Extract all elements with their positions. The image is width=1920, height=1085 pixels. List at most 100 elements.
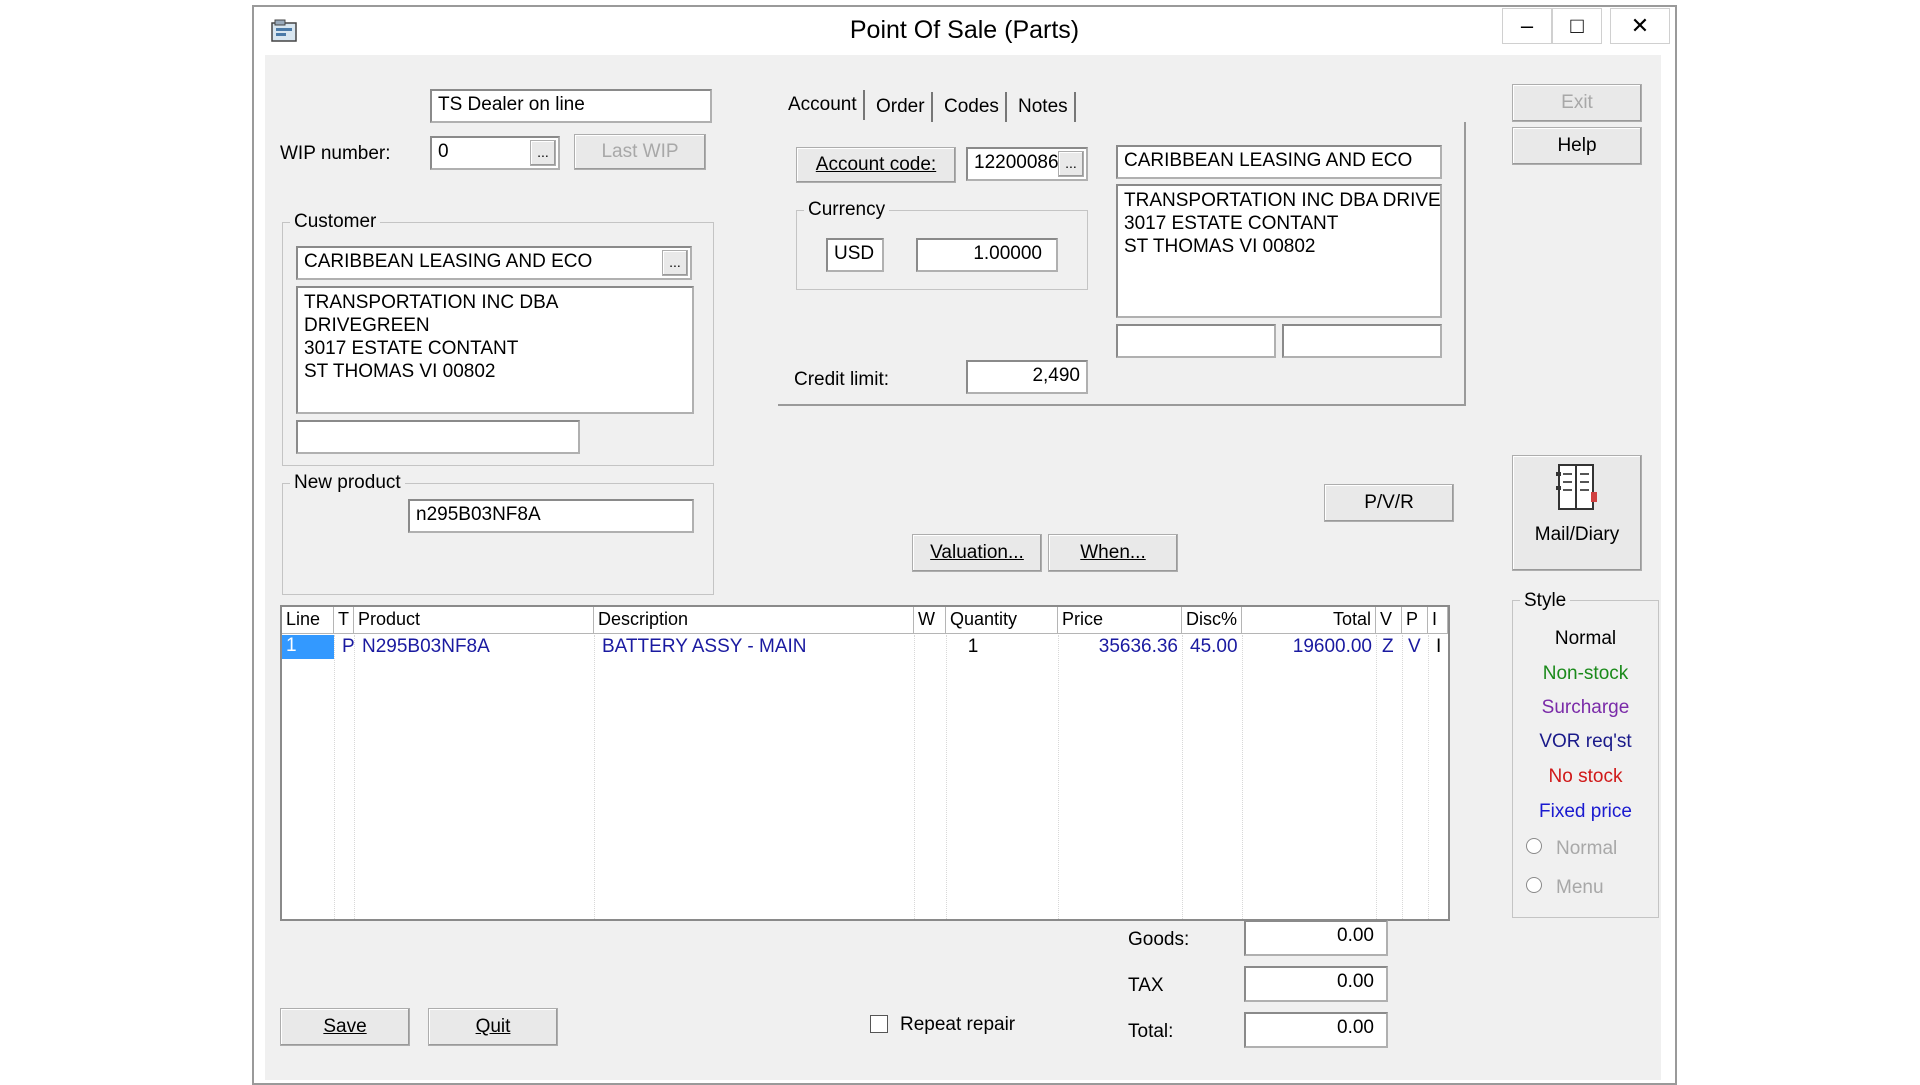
- currency-code-field[interactable]: USD: [826, 238, 884, 272]
- diary-icon: [1555, 462, 1599, 512]
- tax-label: TAX: [1128, 975, 1164, 996]
- pvr-button[interactable]: P/V/R: [1324, 484, 1454, 522]
- account-address-field[interactable]: TRANSPORTATION INC DBA DRIVE 3017 ESTATE…: [1116, 184, 1442, 318]
- row-v-cell[interactable]: Z: [1378, 636, 1398, 658]
- total-field[interactable]: 0.00: [1244, 1012, 1388, 1048]
- quit-button-label: Quit: [475, 1016, 511, 1037]
- grid-line: [1242, 635, 1243, 919]
- account-address-line-1: TRANSPORTATION INC DBA DRIVE: [1124, 190, 1441, 211]
- row-product-cell[interactable]: N295B03NF8A: [358, 636, 494, 658]
- col-header-total[interactable]: Total: [1242, 607, 1376, 634]
- row-description-cell[interactable]: BATTERY ASSY - MAIN: [598, 636, 811, 658]
- repeat-repair-label: Repeat repair: [900, 1014, 1016, 1035]
- grid-line: [1058, 635, 1059, 919]
- account-lookup-button[interactable]: ...: [1058, 151, 1084, 177]
- account-extra-field-2[interactable]: [1282, 324, 1442, 358]
- help-button[interactable]: Help: [1512, 127, 1642, 165]
- row-total-cell[interactable]: 19600.00: [1242, 636, 1376, 658]
- wip-lookup-button[interactable]: ...: [530, 140, 556, 166]
- col-header-t[interactable]: T: [334, 607, 354, 634]
- repeat-repair-checkbox[interactable]: [870, 1015, 888, 1033]
- style-item-vor-request: VOR req'st: [1539, 731, 1632, 752]
- tax-field[interactable]: 0.00: [1244, 966, 1388, 1002]
- style-item-surcharge: Surcharge: [1541, 697, 1630, 718]
- customer-name-field[interactable]: CARIBBEAN LEASING AND ECO: [296, 246, 692, 280]
- style-item-fixed-price: Fixed price: [1539, 801, 1632, 822]
- mail-diary-button[interactable]: Mail/Diary: [1512, 455, 1642, 571]
- account-address-line-2: 3017 ESTATE CONTANT: [1124, 213, 1339, 234]
- col-header-w[interactable]: W: [914, 607, 946, 634]
- parts-grid[interactable]: Line T Product Description W Quantity Pr…: [280, 605, 1450, 921]
- col-header-line[interactable]: Line: [282, 607, 334, 634]
- col-header-i[interactable]: I: [1428, 607, 1448, 634]
- goods-field[interactable]: 0.00: [1244, 920, 1388, 956]
- col-header-product[interactable]: Product: [354, 607, 594, 634]
- when-button[interactable]: When...: [1048, 534, 1178, 572]
- maximize-button[interactable]: □: [1552, 8, 1602, 44]
- save-button[interactable]: Save: [280, 1008, 410, 1046]
- tab-account[interactable]: Account: [782, 90, 865, 120]
- account-address-line-3: ST THOMAS VI 00802: [1124, 236, 1316, 257]
- col-header-quantity[interactable]: Quantity: [946, 607, 1058, 634]
- goods-label: Goods:: [1128, 929, 1190, 950]
- row-disc-cell[interactable]: 45.00: [1186, 636, 1242, 658]
- col-header-v[interactable]: V: [1376, 607, 1402, 634]
- table-row[interactable]: 1 P N295B03NF8A BATTERY ASSY - MAIN 1 35…: [282, 635, 1448, 661]
- valuation-button[interactable]: Valuation...: [912, 534, 1042, 572]
- col-header-price[interactable]: Price: [1058, 607, 1182, 634]
- wip-label: WIP number:: [280, 143, 391, 164]
- grid-line: [1376, 635, 1377, 919]
- customer-address-line-1: TRANSPORTATION INC DBA DRIVEGREEN: [304, 292, 558, 336]
- row-line-cell[interactable]: 1: [282, 635, 334, 659]
- customer-address-line-2: 3017 ESTATE CONTANT: [304, 338, 519, 359]
- row-price-cell[interactable]: 35636.36: [1058, 636, 1182, 658]
- style-menu-radio-label: Menu: [1556, 877, 1604, 898]
- account-code-button-label: Account code:: [815, 154, 937, 175]
- grid-line: [1182, 635, 1183, 919]
- customer-address-field[interactable]: TRANSPORTATION INC DBA DRIVEGREEN 3017 E…: [296, 286, 694, 414]
- account-code-button[interactable]: Account code:: [796, 147, 956, 183]
- grid-line: [354, 635, 355, 919]
- customer-address-line-3: ST THOMAS VI 00802: [304, 361, 496, 382]
- grid-line: [946, 635, 947, 919]
- tab-order[interactable]: Order: [870, 92, 933, 122]
- customer-lookup-button[interactable]: ...: [662, 250, 688, 276]
- close-button[interactable]: ✕: [1610, 8, 1670, 44]
- col-header-disc[interactable]: Disc%: [1182, 607, 1242, 634]
- currency-rate-field[interactable]: 1.00000: [916, 238, 1058, 272]
- style-normal-radio[interactable]: [1526, 838, 1542, 854]
- minimize-button[interactable]: –: [1502, 8, 1552, 44]
- dealer-field[interactable]: TS Dealer on line: [430, 89, 712, 123]
- grid-line: [914, 635, 915, 919]
- tab-codes[interactable]: Codes: [938, 92, 1007, 122]
- row-type-cell[interactable]: P: [338, 636, 359, 658]
- row-quantity-cell[interactable]: 1: [946, 636, 1000, 658]
- quit-button[interactable]: Quit: [428, 1008, 558, 1046]
- grid-line: [1402, 635, 1403, 919]
- tab-notes[interactable]: Notes: [1012, 92, 1076, 122]
- col-header-p[interactable]: P: [1402, 607, 1428, 634]
- window-title: Point Of Sale (Parts): [849, 16, 1080, 44]
- row-i-cell[interactable]: I: [1432, 636, 1445, 658]
- currency-group-label: Currency: [804, 199, 890, 221]
- total-label: Total:: [1128, 1021, 1174, 1042]
- style-item-normal: Normal: [1554, 628, 1617, 649]
- grid-line: [334, 635, 335, 919]
- save-button-label: Save: [323, 1016, 367, 1037]
- exit-button[interactable]: Exit: [1512, 84, 1642, 122]
- style-item-non-stock: Non-stock: [1542, 663, 1629, 684]
- credit-limit-label: Credit limit:: [794, 369, 890, 390]
- account-extra-field-1[interactable]: [1116, 324, 1276, 358]
- grid-line: [594, 635, 595, 919]
- customer-extra-field[interactable]: [296, 420, 580, 454]
- row-p-cell[interactable]: V: [1404, 636, 1425, 658]
- grid-line: [1428, 635, 1429, 919]
- account-name-field[interactable]: CARIBBEAN LEASING AND ECO: [1116, 145, 1442, 179]
- last-wip-button[interactable]: Last WIP: [574, 134, 706, 170]
- col-header-description[interactable]: Description: [594, 607, 914, 634]
- style-normal-radio-label: Normal: [1556, 838, 1618, 859]
- new-product-input[interactable]: n295B03NF8A: [408, 499, 694, 533]
- style-menu-radio[interactable]: [1526, 877, 1542, 893]
- customer-group-label: Customer: [290, 211, 381, 233]
- credit-limit-field[interactable]: 2,490: [966, 360, 1088, 394]
